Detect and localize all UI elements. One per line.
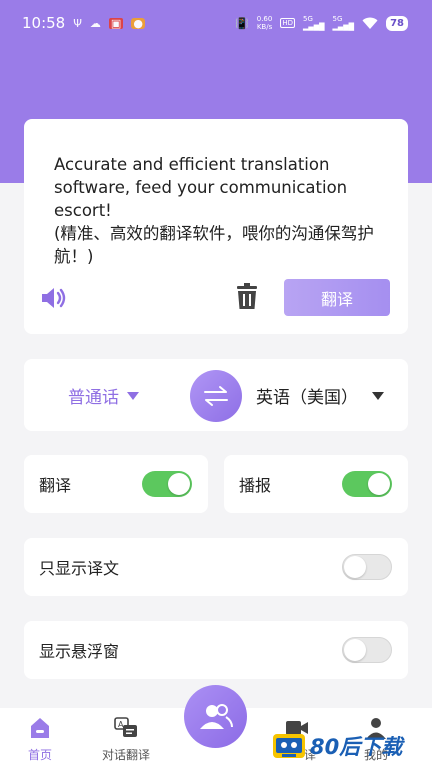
tab-dialog-translate[interactable]: A 对话翻译 xyxy=(102,716,150,763)
signal-5g-1: 5G ▂▄▆█ xyxy=(303,15,325,31)
source-language-dropdown[interactable]: 普通话 xyxy=(68,383,139,408)
broadcast-setting: 播报 xyxy=(224,455,408,513)
watermark-text: 80后下载 xyxy=(310,735,403,759)
source-text-area[interactable]: Accurate and efficient translation softw… xyxy=(54,153,394,268)
broadcast-setting-label: 播报 xyxy=(239,476,272,495)
battery-indicator: 78 xyxy=(386,15,408,31)
floating-window-label: 显示悬浮窗 xyxy=(39,642,120,661)
app-notification-icon: ▣ xyxy=(108,16,124,30)
trash-icon[interactable] xyxy=(234,283,260,311)
home-icon xyxy=(31,718,49,738)
chevron-down-icon xyxy=(372,391,384,400)
source-language-label: 普通话 xyxy=(68,388,119,408)
signal-bars-icon: ▂▄▆█ xyxy=(302,23,325,31)
hd-badge: HD xyxy=(280,18,295,28)
swap-languages-button[interactable] xyxy=(190,370,242,422)
translate-setting-label: 翻译 xyxy=(39,476,72,495)
target-language-label: 英语（美国） xyxy=(256,388,358,408)
watermark-logo xyxy=(273,734,305,758)
source-text-chinese: (精准、高效的翻译软件，喂你的沟通保驾护航！) xyxy=(54,224,374,266)
only-translation-toggle[interactable] xyxy=(342,554,392,580)
translate-button[interactable]: 翻译 xyxy=(284,279,390,316)
usb-icon: Ψ xyxy=(73,16,82,30)
tab-home-label: 首页 xyxy=(28,748,53,762)
toggle-knob xyxy=(368,473,390,495)
status-left: 10:58 Ψ ☁ ▣ ● xyxy=(22,14,145,32)
watermark: 80后下载 xyxy=(272,731,402,761)
input-card: Accurate and efficient translation softw… xyxy=(24,119,408,334)
dialog-translate-icon: A xyxy=(114,717,137,737)
net1-label: 5G xyxy=(302,15,313,23)
translate-toggle[interactable] xyxy=(142,471,192,497)
source-text-english: Accurate and efficient translation softw… xyxy=(54,155,348,220)
tab-dialog-translate-label: 对话翻译 xyxy=(102,748,151,762)
toggle-knob xyxy=(344,556,366,578)
swap-arrows-icon xyxy=(204,386,228,406)
language-selector: 普通话 英语（美国） xyxy=(24,359,408,431)
speaker-icon[interactable] xyxy=(40,285,68,311)
translate-setting: 翻译 xyxy=(24,455,208,513)
signal-5g-2: 5G ▂▄▆█ xyxy=(333,15,355,31)
status-right: 📳 0.60 KB/s HD 5G ▂▄▆█ 5G ▂▄▆█ 78 xyxy=(235,15,408,31)
people-icon xyxy=(199,703,233,729)
app-notification-icon: ● xyxy=(131,16,145,30)
broadcast-toggle[interactable] xyxy=(342,471,392,497)
conversation-fab-button[interactable] xyxy=(184,685,247,748)
network-speed-value: 0.60 xyxy=(256,15,273,23)
network-speed: 0.60 KB/s xyxy=(257,15,273,31)
target-language-dropdown[interactable]: 英语（美国） xyxy=(256,383,384,408)
only-translation-label: 只显示译文 xyxy=(39,559,120,578)
toggle-knob xyxy=(344,639,366,661)
chevron-down-icon xyxy=(127,391,139,400)
signal-bars-icon: ▂▄▆█ xyxy=(332,23,355,31)
network-speed-unit: KB/s xyxy=(256,23,273,31)
cloud-icon: ☁ xyxy=(89,16,101,30)
vibrate-icon: 📳 xyxy=(235,16,249,30)
net2-label: 5G xyxy=(332,15,343,23)
tab-home[interactable]: 首页 xyxy=(28,716,52,763)
wifi-icon xyxy=(362,17,378,29)
status-bar: 10:58 Ψ ☁ ▣ ● 📳 0.60 KB/s HD 5G ▂▄▆█ 5G … xyxy=(0,0,432,46)
toggle-knob xyxy=(168,473,190,495)
status-time: 10:58 xyxy=(22,14,66,32)
floating-window-setting: 显示悬浮窗 xyxy=(24,621,408,679)
only-translation-setting: 只显示译文 xyxy=(24,538,408,596)
floating-window-toggle[interactable] xyxy=(342,637,392,663)
